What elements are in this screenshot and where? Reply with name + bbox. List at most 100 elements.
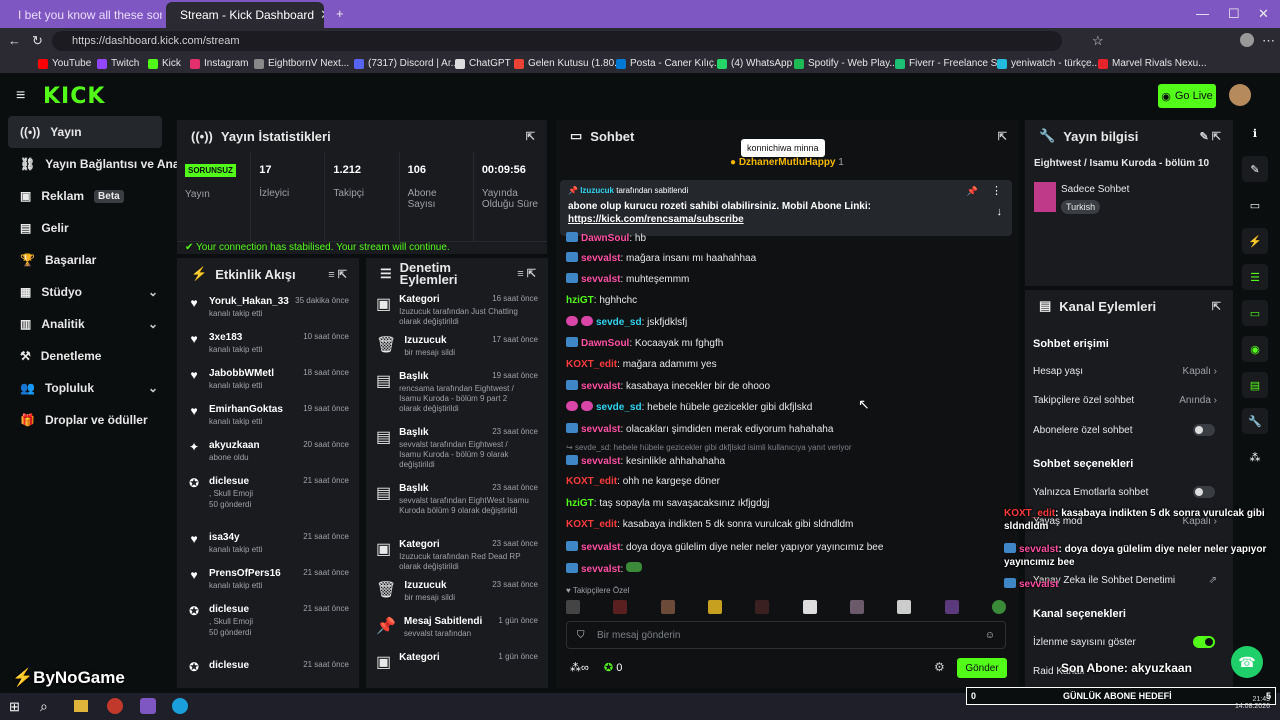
ai-moderation-setting[interactable]: Yapay Zeka ile Sohbet Denetimi ⇗	[1033, 575, 1223, 586]
followers-only-setting[interactable]: Takipçilere özel sohbet Anında ›	[1033, 395, 1223, 406]
chat-user[interactable]: sevvalst	[581, 456, 620, 467]
emote-icon[interactable]	[991, 600, 1006, 614]
pin-icon[interactable]: 📌	[967, 186, 978, 197]
sidebar-item-drops[interactable]: 🎁 Droplar ve ödüller	[0, 404, 170, 436]
minimize-icon[interactable]: —	[1196, 6, 1209, 21]
chat-user[interactable]: sevvalst	[581, 424, 620, 435]
bookmark-gmail[interactable]: Gelen Kutusu (1.80...	[514, 58, 623, 69]
emote-icon[interactable]	[802, 600, 817, 614]
close-window-icon[interactable]: ✕	[1258, 6, 1269, 22]
system-clock[interactable]: 21:45 14.08.2026	[1210, 696, 1270, 710]
popout-icon[interactable]: ≡ ⇱	[517, 268, 536, 280]
tab-kick-dashboard[interactable]: Stream - Kick Dashboard ✕	[166, 2, 324, 28]
go-live-button[interactable]: ◉ Go Live	[1158, 84, 1216, 108]
emote-icon[interactable]	[944, 600, 959, 614]
search-icon[interactable]: ⌕	[40, 698, 48, 715]
sidebar-item-stream-key[interactable]: ⛓ Yayın Bağlantısı ve Anahtarı	[0, 148, 206, 180]
stream-category[interactable]: Sadece Sohbet	[1061, 184, 1129, 195]
popout-icon[interactable]: ⇱	[998, 130, 1007, 143]
url-input[interactable]: https://dashboard.kick.com/stream	[52, 31, 1062, 51]
bookmark-whatsapp[interactable]: (4) WhatsApp	[717, 58, 792, 69]
emoji-icon[interactable]: ☺	[985, 630, 995, 641]
arrow-down-icon[interactable]: ↓	[997, 206, 1003, 218]
bookmark-yeniwatch[interactable]: yeniwatch - türkçe...	[997, 58, 1100, 69]
support-chat-button[interactable]: ☎	[1231, 646, 1263, 678]
kick-logo[interactable]: KICK	[43, 84, 105, 109]
chat-user[interactable]: hziGT	[566, 295, 594, 306]
community-icon[interactable]: ⁂∞	[570, 662, 589, 674]
gear-icon[interactable]: ⚙	[934, 660, 945, 674]
close-tab-icon[interactable]: ✕	[320, 7, 324, 23]
browser-icon[interactable]	[140, 698, 156, 714]
star-icon[interactable]: ☆	[1092, 33, 1104, 49]
sidebar-item-revenue[interactable]: ▤ Gelir	[0, 212, 170, 244]
windows-start-icon[interactable]: ⊞	[9, 699, 20, 715]
sidebar-item-analytics[interactable]: ▥ Analitik ⌄	[0, 308, 170, 340]
chat-user[interactable]: hziGT	[566, 498, 594, 509]
show-viewers-toggle[interactable]	[1193, 636, 1215, 648]
emote-icon[interactable]	[897, 600, 912, 614]
bookmark-kick[interactable]: Kick	[148, 58, 181, 69]
chat-user[interactable]: KOXT_edit	[566, 519, 617, 530]
chat-user[interactable]: DawnSoul	[581, 338, 629, 349]
file-explorer-icon[interactable]	[74, 700, 88, 712]
chat-user[interactable]: KOXT_edit	[566, 476, 617, 487]
popout-icon[interactable]: ⇱	[526, 130, 535, 143]
chat-user[interactable]: sevde_sd	[596, 317, 642, 328]
emote-only-toggle[interactable]	[1193, 486, 1215, 498]
pencil-icon[interactable]: ✎	[1242, 156, 1268, 182]
sidebar-item-community[interactable]: 👥 Topluluk ⌄	[0, 372, 170, 404]
chat-user[interactable]: DawnSoul	[581, 233, 629, 244]
info-icon[interactable]: ℹ	[1242, 120, 1268, 146]
emote-icon[interactable]	[613, 600, 628, 614]
bookmark-twitch[interactable]: Twitch	[97, 58, 139, 69]
chat-icon[interactable]: ▭	[1242, 300, 1268, 326]
chat-user[interactable]: sevvalst	[581, 274, 620, 285]
subs-only-toggle[interactable]	[1193, 424, 1215, 436]
bolt-icon[interactable]: ⚡	[1242, 228, 1268, 254]
reload-icon[interactable]: ↻	[32, 33, 43, 49]
chat-user[interactable]: sevvalst	[581, 381, 620, 392]
chat-user[interactable]: sevvalst	[581, 564, 620, 575]
bookmark-chatgpt[interactable]: ChatGPT	[455, 58, 511, 69]
popout-icon[interactable]: ≡ ⇱	[328, 268, 347, 281]
broadcast-icon[interactable]: ◉	[1242, 336, 1268, 362]
layout-icon[interactable]: ▭	[1242, 192, 1268, 218]
menu-icon[interactable]: ⋯	[1262, 33, 1275, 49]
account-age-setting[interactable]: Hesap yaşı Kapalı ›	[1033, 366, 1223, 377]
sidebar-item-moderation[interactable]: ⚒ Denetleme	[0, 340, 170, 372]
chat-user[interactable]: KOXT_edit	[566, 359, 617, 370]
emote-icon[interactable]	[660, 600, 675, 614]
channel-icon[interactable]: ▤	[1242, 372, 1268, 398]
avatar[interactable]	[1229, 84, 1251, 106]
wrench-icon[interactable]: 🔧	[1242, 408, 1268, 434]
bookmark-discord[interactable]: (7317) Discord | Ar...	[354, 58, 459, 69]
popout-icon[interactable]: ⇱	[1212, 300, 1221, 313]
sidebar-item-achievements[interactable]: 🏆 Başarılar	[0, 244, 170, 276]
more-icon[interactable]: ⋮	[991, 184, 1002, 197]
emote-icon[interactable]	[707, 600, 722, 614]
bookmark-marvel[interactable]: Marvel Rivals Nexu...	[1098, 58, 1206, 69]
obs-icon[interactable]	[107, 698, 123, 714]
hamburger-icon[interactable]: ≡	[16, 87, 25, 105]
chat-input[interactable]: Bir mesaj gönderin ⛉ ☺	[566, 621, 1006, 649]
bookmark-instagram[interactable]: Instagram	[190, 58, 248, 69]
edge-icon[interactable]	[172, 698, 188, 714]
bookmark-spotify[interactable]: Spotify - Web Play...	[794, 58, 898, 69]
back-icon[interactable]: ←	[8, 33, 21, 48]
emote-icon[interactable]	[849, 600, 864, 614]
emote-icon[interactable]	[566, 600, 580, 614]
sidebar-item-studio[interactable]: ▦ Stüdyo ⌄	[0, 276, 170, 308]
profile-icon[interactable]	[1240, 33, 1254, 47]
tab-youtube[interactable]: I bet you know all these song	[4, 2, 162, 28]
maximize-icon[interactable]: ☐	[1228, 6, 1240, 22]
sidebar-item-yayin[interactable]: ((•)) Yayın	[8, 116, 162, 148]
send-button[interactable]: Gönder	[957, 658, 1007, 678]
chat-user[interactable]: sevvalst	[581, 253, 620, 264]
bookmark-eightborn[interactable]: EightbornV Next...	[254, 58, 349, 69]
emote-icon[interactable]	[755, 600, 770, 614]
sidebar-item-ads[interactable]: ▣ Reklam Beta	[0, 180, 170, 212]
list-icon[interactable]: ☰	[1242, 264, 1268, 290]
edit-popout-icon[interactable]: ✎ ⇱	[1200, 130, 1222, 143]
chat-user[interactable]: sevde_sd	[596, 402, 642, 413]
